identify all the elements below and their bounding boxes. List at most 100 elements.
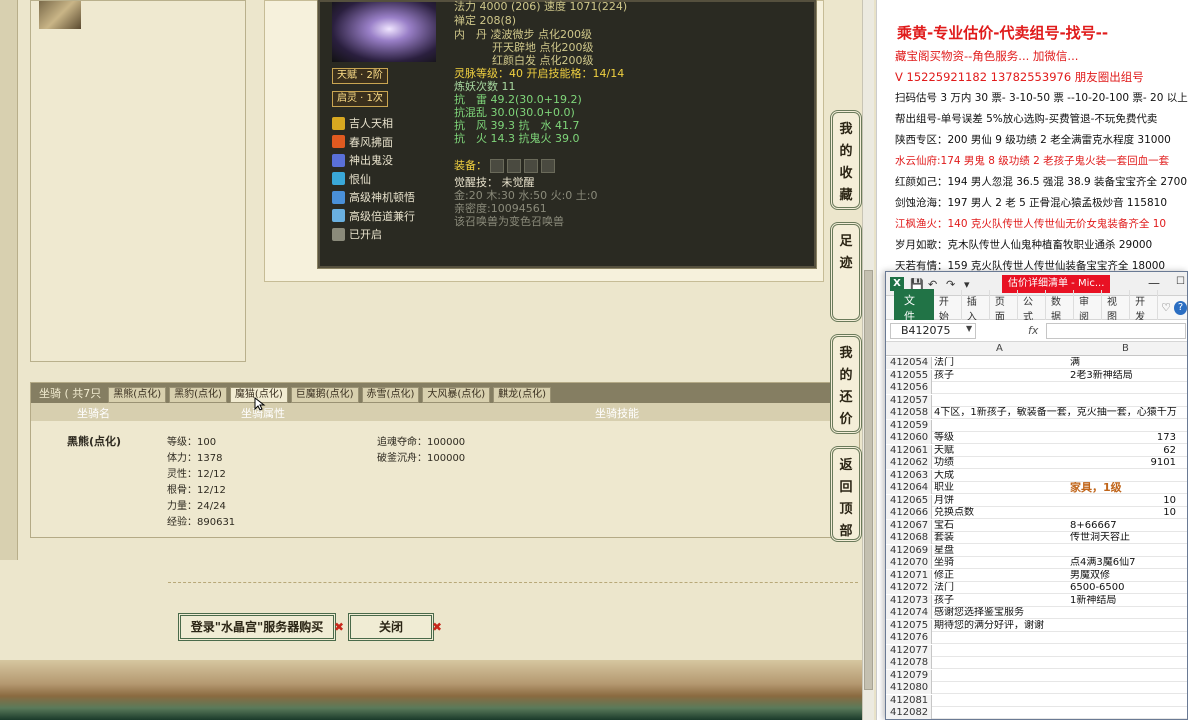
row-number[interactable]: 412056 — [886, 382, 932, 395]
row-number[interactable]: 412064 — [886, 482, 932, 495]
cell-a[interactable]: 等级 — [934, 432, 1068, 444]
cell-a[interactable]: 法门 — [934, 582, 1068, 594]
cell-a[interactable]: 修正 — [934, 570, 1068, 582]
tab-mount[interactable]: 大风暴(点化) — [422, 387, 491, 403]
cell-a[interactable]: 坐骑 — [934, 557, 1068, 569]
sheet-row[interactable]: 412059 — [886, 419, 1187, 432]
equip-slot[interactable] — [490, 159, 504, 173]
sheet-row[interactable]: 412057 — [886, 394, 1187, 407]
cell-b[interactable]: 62 — [1070, 445, 1186, 457]
sheet-row[interactable]: 412060 等级 173 — [886, 432, 1187, 445]
row-number[interactable]: 412081 — [886, 694, 932, 707]
sheet-row[interactable]: 412082 — [886, 707, 1187, 720]
col-a-header[interactable]: A — [996, 343, 1003, 354]
skill-item[interactable]: 高级神机顿悟 — [332, 188, 415, 206]
equip-slot[interactable] — [507, 159, 521, 173]
cell-merged[interactable]: 4下区，1新孩子，敏装备一套，克火抽一套，心猿千万 — [934, 407, 1187, 419]
row-number[interactable]: 412060 — [886, 432, 932, 445]
sheet-row[interactable]: 412069 星盘 — [886, 544, 1187, 557]
skill-item[interactable]: 恨仙 — [332, 170, 371, 188]
cell-a[interactable]: 月饼 — [934, 495, 1068, 507]
row-number[interactable]: 412079 — [886, 669, 932, 682]
sheet-row[interactable]: 412080 — [886, 682, 1187, 695]
row-number[interactable]: 412057 — [886, 394, 932, 407]
sheet-row[interactable]: 412072 法门 6500-6500 — [886, 582, 1187, 595]
maximize-icon[interactable]: ☐ — [1176, 276, 1185, 287]
tab-mount[interactable]: 黑熊(点化) — [108, 387, 167, 403]
row-number[interactable]: 412067 — [886, 519, 932, 532]
row-number[interactable]: 412061 — [886, 444, 932, 457]
row-number[interactable]: 412063 — [886, 469, 932, 482]
cell-a[interactable]: 兑换点数 — [934, 507, 1068, 519]
tab-mount[interactable]: 赤雪(点化) — [361, 387, 420, 403]
row-number[interactable]: 412072 — [886, 582, 932, 595]
chevron-down-icon[interactable]: ▼ — [966, 324, 972, 333]
cell-a[interactable]: 孩子 — [934, 595, 1068, 607]
sheet-row[interactable]: 412058 4下区，1新孩子，敏装备一套，克火抽一套，心猿千万 — [886, 407, 1187, 420]
sheet-row[interactable]: 412081 — [886, 694, 1187, 707]
cell-a[interactable]: 天赋 — [934, 445, 1068, 457]
sheet-row[interactable]: 412071 修正 男魔双修 — [886, 569, 1187, 582]
sidenav-item[interactable]: 我的还价 — [830, 334, 862, 434]
cell-a[interactable]: 大成 — [934, 470, 1068, 482]
page-scrollbar[interactable] — [862, 0, 874, 720]
row-number[interactable]: 412074 — [886, 607, 932, 620]
cell-b[interactable]: 10 — [1070, 495, 1186, 507]
tab-mount[interactable]: 黑豹(点化) — [169, 387, 227, 403]
col-b-header[interactable]: B — [1122, 343, 1129, 354]
equip-slot[interactable] — [541, 159, 555, 173]
row-number[interactable]: 412054 — [886, 357, 932, 370]
sheet-row[interactable]: 412077 — [886, 644, 1187, 657]
row-number[interactable]: 412082 — [886, 707, 932, 720]
fx-icon[interactable]: fx — [1028, 324, 1038, 337]
sheet-row[interactable]: 412079 — [886, 669, 1187, 682]
cell-b[interactable]: 点4满3魔6仙7 — [1070, 557, 1186, 569]
buy-button[interactable]: 登录"水晶宫"服务器购买 — [178, 613, 336, 641]
cell-a[interactable]: 法门 — [934, 357, 1068, 369]
skill-item[interactable]: 高级倍道兼行 — [332, 207, 415, 225]
cell-b[interactable]: 男魔双修 — [1070, 570, 1186, 582]
sheet-row[interactable]: 412062 功绩 9101 — [886, 457, 1187, 470]
cell-a[interactable]: 职业 — [934, 482, 1068, 494]
cell-b[interactable]: 1新神结局 — [1070, 595, 1186, 607]
sheet-row[interactable]: 412067 宝石 8+66667 — [886, 519, 1187, 532]
row-number[interactable]: 412080 — [886, 682, 932, 695]
row-number[interactable]: 412071 — [886, 569, 932, 582]
row-number[interactable]: 412076 — [886, 632, 932, 645]
cell-b[interactable]: 2老3新神结局 — [1070, 370, 1186, 382]
sheet-row[interactable]: 412076 — [886, 632, 1187, 645]
equip-slot[interactable] — [524, 159, 538, 173]
sheet-row[interactable]: 412073 孩子 1新神结局 — [886, 594, 1187, 607]
cell-b[interactable]: 173 — [1070, 432, 1186, 444]
sheet-row[interactable]: 412070 坐骑 点4满3魔6仙7 — [886, 557, 1187, 570]
row-number[interactable]: 412065 — [886, 494, 932, 507]
sheet-row[interactable]: 412055 孩子 2老3新神结局 — [886, 369, 1187, 382]
sidenav-item[interactable]: 足迹 — [830, 222, 862, 322]
tab-mount[interactable]: 巨魔鹅(点化) — [290, 387, 359, 403]
skill-item[interactable]: 吉人天相 — [332, 114, 393, 132]
sheet-row[interactable]: 412068 套装 传世洞天容止 — [886, 532, 1187, 545]
sheet-grid[interactable]: A B 412054 法门满 412055 孩子 2老3新神结局 412056 412057… — [886, 342, 1187, 720]
cell-b[interactable]: 满 — [1070, 357, 1186, 369]
row-number[interactable]: 412073 — [886, 594, 932, 607]
cell-a[interactable]: 期待您的满分好评，谢谢 — [934, 620, 1068, 632]
row-number[interactable]: 412070 — [886, 557, 932, 570]
cell-a[interactable]: 套装 — [934, 532, 1068, 544]
row-number[interactable]: 412058 — [886, 407, 932, 420]
row-number[interactable]: 412075 — [886, 619, 932, 632]
row-number[interactable]: 412059 — [886, 419, 932, 432]
sidenav-item[interactable]: 我的收藏 — [830, 110, 862, 210]
sheet-row[interactable]: 412064 职业 家具，1级 — [886, 482, 1187, 495]
scrollbar-thumb[interactable] — [864, 270, 873, 690]
cell-b[interactable]: 9101 — [1070, 457, 1186, 469]
sheet-row[interactable]: 412063 大成 — [886, 469, 1187, 482]
minimize-icon[interactable]: — — [1148, 276, 1160, 290]
sheet-row[interactable]: 412054 法门满 — [886, 357, 1187, 370]
row-number[interactable]: 412055 — [886, 369, 932, 382]
cell-b[interactable]: 10 — [1070, 507, 1186, 519]
cell-b[interactable]: 8+66667 — [1070, 520, 1186, 532]
cell-b[interactable]: 6500-6500 — [1070, 582, 1186, 594]
skill-item[interactable]: 神出鬼没 — [332, 151, 393, 169]
cell-a[interactable]: 感谢您选择鉴宝服务 — [934, 607, 1068, 619]
skill-item[interactable]: 春风拂面 — [332, 133, 393, 151]
